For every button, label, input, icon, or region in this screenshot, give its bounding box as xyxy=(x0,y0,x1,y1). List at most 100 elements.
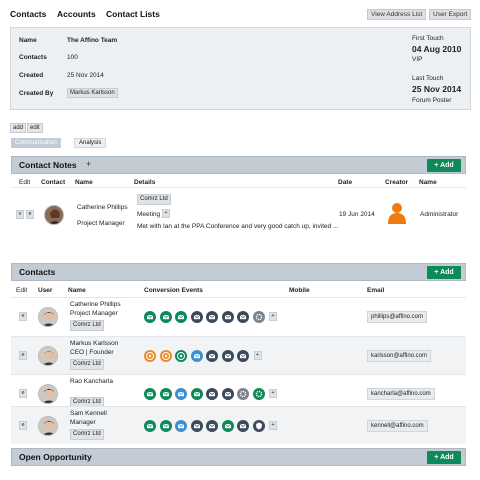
contact-email[interactable]: kennell@affino.com xyxy=(367,420,428,432)
conversion-event-navy-badge-icon[interactable] xyxy=(252,420,265,432)
edit-contact-button[interactable]: e xyxy=(19,312,27,321)
avatar xyxy=(38,416,58,436)
conversion-event-green-mail-icon[interactable] xyxy=(175,311,187,323)
conversion-event-green-mail-icon[interactable] xyxy=(159,388,172,400)
top-nav: Contacts Accounts Contact Lists View Add… xyxy=(0,0,480,28)
first-touch-date: 04 Aug 2010 xyxy=(412,44,462,54)
contact-name[interactable]: Sam Kennell xyxy=(70,410,107,417)
contact-account-chip[interactable]: Comrz Ltd xyxy=(70,359,104,370)
contact-role: Project Manager xyxy=(70,310,118,317)
tab-communication[interactable]: Communication xyxy=(11,138,61,148)
person-photo-icon xyxy=(39,385,57,403)
tab-analysis[interactable]: Analysis xyxy=(74,138,107,148)
created-label: Created xyxy=(19,72,44,79)
conversion-event-navy-mail-icon[interactable] xyxy=(190,311,203,323)
tab-contact-lists[interactable]: Contact Lists xyxy=(106,9,160,19)
tab-contacts[interactable]: Contacts xyxy=(10,9,46,19)
edit-contact-button[interactable]: e xyxy=(19,351,27,360)
first-touch-label: First Touch xyxy=(412,35,444,42)
add-note-button[interactable]: + Add xyxy=(427,159,461,172)
conversion-event-green-mail-icon[interactable] xyxy=(144,420,156,432)
note-type-add[interactable]: + xyxy=(162,209,170,218)
conversion-event-green-mail-icon[interactable] xyxy=(159,311,172,323)
conversion-event-green-target-icon[interactable] xyxy=(175,350,187,362)
conversion-event-navy-mail-icon[interactable] xyxy=(237,311,249,323)
edit-contact-button[interactable]: e xyxy=(19,421,27,430)
add-conversion-event-button[interactable]: + xyxy=(269,312,277,321)
conversion-event-navy-mail-icon[interactable] xyxy=(190,420,203,432)
note-account-chip[interactable]: Comrz Ltd xyxy=(137,194,171,205)
conversion-event-navy-mail-icon[interactable] xyxy=(221,388,234,400)
note-date: 19 Jun 2014 xyxy=(339,211,375,218)
add-button[interactable]: add xyxy=(10,123,27,133)
conversion-event-navy-mail-icon[interactable] xyxy=(237,350,249,362)
contact-name[interactable]: Markus Karlsson xyxy=(70,340,118,347)
first-touch-type: VIP xyxy=(412,56,423,63)
user-icon xyxy=(388,203,406,224)
open-opportunity-header: Open Opportunity + Add xyxy=(11,448,466,466)
note-detail: Met with Ian at the PPA Conference and v… xyxy=(137,223,339,230)
contact-account-chip[interactable]: Comrz Ltd xyxy=(70,320,104,331)
conversion-event-navy-mail-icon[interactable] xyxy=(206,350,218,362)
edit-contact-button[interactable]: e xyxy=(19,389,27,398)
contact-account-chip[interactable]: Comrz Ltd xyxy=(70,429,104,440)
edit-note-button[interactable]: e xyxy=(26,210,34,219)
conversion-event-orange-target-icon[interactable] xyxy=(144,350,156,362)
conversion-event-green-mail-icon[interactable] xyxy=(190,388,203,400)
table-row: e Catherine Phillips Project Manager Comrz … xyxy=(11,297,466,335)
conversion-event-blue-mail-icon[interactable] xyxy=(175,388,187,400)
add-opportunity-button[interactable]: + Add xyxy=(427,451,461,464)
created-by-chip[interactable]: Markus Karlsson xyxy=(67,88,118,98)
conversion-event-gray-gear-icon[interactable] xyxy=(237,388,249,400)
edit-button[interactable]: edit xyxy=(27,123,43,133)
tab-accounts[interactable]: Accounts xyxy=(57,9,96,19)
avatar xyxy=(38,346,58,366)
open-opportunity-title: Open Opportunity xyxy=(19,452,92,462)
person-photo-icon xyxy=(48,209,62,224)
conversion-event-green-mail-icon[interactable] xyxy=(144,388,156,400)
conversion-event-navy-mail-icon[interactable] xyxy=(206,388,218,400)
view-note-button[interactable]: v xyxy=(16,210,24,219)
table-row: e Sam Kennell Manager Comrz Ltd + kennell@aff… xyxy=(11,406,466,444)
contact-email[interactable]: karlsson@affino.com xyxy=(367,350,432,362)
conversion-event-green-mail-icon[interactable] xyxy=(221,420,234,432)
conversion-event-navy-mail-icon[interactable] xyxy=(206,420,218,432)
add-conversion-event-button[interactable]: + xyxy=(269,389,277,398)
conversion-event-navy-mail-icon[interactable] xyxy=(221,350,234,362)
contact-notes-title: Contact Notes xyxy=(19,160,77,170)
name-label: Name xyxy=(19,37,37,44)
contacts-header: Contacts + Add xyxy=(11,263,466,281)
contact-email[interactable]: kancharla@affino.com xyxy=(367,388,435,400)
col-date: Date xyxy=(338,179,353,186)
conversion-event-navy-mail-icon[interactable] xyxy=(237,420,249,432)
contact-name[interactable]: Rao Kancharla xyxy=(70,378,113,385)
avatar xyxy=(38,307,58,327)
contact-email[interactable]: phillips@affino.com xyxy=(367,311,428,323)
conversion-event-green-mail-icon[interactable] xyxy=(144,311,156,323)
col-contact: Contact xyxy=(41,179,66,186)
conversion-event-orange-target-icon[interactable] xyxy=(159,350,172,362)
contact-notes-expand[interactable]: + xyxy=(86,159,91,169)
note-contact-name[interactable]: Catherine Phillips xyxy=(77,204,128,211)
add-conversion-event-button[interactable]: + xyxy=(269,421,277,430)
created-date: 25 Nov 2014 xyxy=(67,72,104,79)
user-export-button[interactable]: User Export xyxy=(429,9,472,20)
add-contact-button[interactable]: + Add xyxy=(427,266,461,279)
note-row: v e Catherine Phillips Project Manager C… xyxy=(11,187,466,242)
conversion-event-gray-gear-icon[interactable] xyxy=(252,311,265,323)
conversion-event-navy-mail-icon[interactable] xyxy=(221,311,234,323)
person-photo-icon xyxy=(39,417,57,435)
summary-panel: Name The Affino Team Contacts 100 Create… xyxy=(10,27,471,110)
contact-name[interactable]: Catherine Phillips xyxy=(70,301,121,308)
col-creator: Creator xyxy=(385,179,409,186)
conversion-event-green-mail-icon[interactable] xyxy=(159,420,172,432)
conversion-event-navy-mail-icon[interactable] xyxy=(206,311,218,323)
created-by-label: Created By xyxy=(19,90,54,97)
conversion-event-blue-mail-icon[interactable] xyxy=(175,420,187,432)
conversion-event-blue-mail-icon[interactable] xyxy=(190,350,203,362)
col-edit: Edit xyxy=(16,287,28,294)
col-creator-name: Name xyxy=(419,179,437,186)
view-address-list-button[interactable]: View Address List xyxy=(367,9,427,20)
conversion-event-green-gear-icon[interactable] xyxy=(252,388,265,400)
add-conversion-event-button[interactable]: + xyxy=(253,351,262,360)
